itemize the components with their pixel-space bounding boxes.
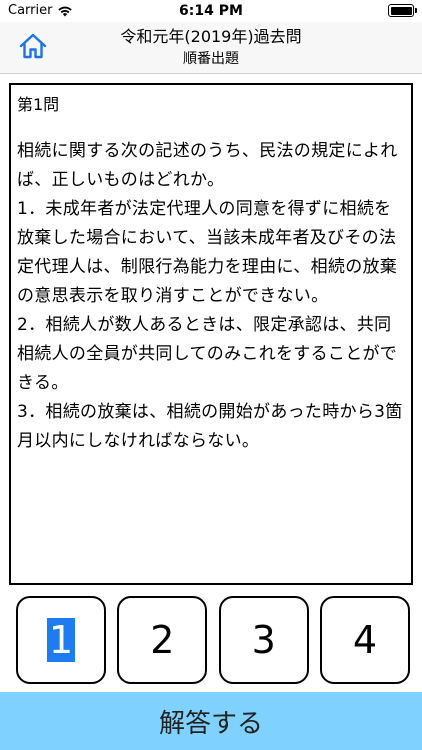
- battery-level: [390, 6, 412, 15]
- submit-answer-button[interactable]: 解答する: [0, 692, 422, 750]
- page-title: 令和元年(2019年)過去問: [120, 27, 302, 46]
- question-number: 第1問: [17, 95, 60, 114]
- battery-icon: [388, 4, 417, 17]
- choice-text-2: 2．相続人が数人あるときは、限定承認は、共同相続人の全員が共同してのみこれをする…: [17, 315, 398, 393]
- question-stem: 相続に関する次の記述のうち、民法の規定によれば、正しいものはどれか。: [17, 141, 398, 190]
- choice-text-3: 3．相続の放棄は、相続の開始があった時から3箇月以内にしなければならない。: [17, 402, 403, 451]
- answer-label-3: 3: [251, 618, 276, 662]
- answer-label-4: 4: [352, 618, 378, 662]
- answer-button-4[interactable]: 4: [319, 596, 410, 684]
- answer-button-1[interactable]: 1: [16, 596, 106, 684]
- answer-label-2: 2: [150, 618, 175, 662]
- question-content: 相続に関する次の記述のうち、民法の規定によれば、正しいものはどれか。 1．未成年…: [17, 137, 405, 456]
- answer-label-1: 1: [46, 618, 76, 662]
- answer-options: 1 2 3 4: [16, 596, 410, 684]
- navigation-bar: 令和元年(2019年)過去問 順番出題: [0, 22, 422, 74]
- page-subtitle: 順番出題: [183, 51, 239, 67]
- home-icon: [19, 33, 47, 59]
- choice-text-1: 1．未成年者が法定代理人の同意を得ずに相続を放棄した場合において、当該未成年者及…: [17, 199, 398, 306]
- status-time: 6:14 PM: [179, 3, 243, 19]
- submit-label: 解答する: [158, 708, 263, 739]
- answer-button-2[interactable]: 2: [117, 596, 208, 684]
- answer-button-3[interactable]: 3: [218, 596, 309, 684]
- status-bar: Carrier 6:14 PM: [0, 0, 422, 22]
- question-text-area[interactable]: 第1問 相続に関する次の記述のうち、民法の規定によれば、正しいものはどれか。 1…: [9, 83, 413, 585]
- home-button[interactable]: [16, 30, 50, 62]
